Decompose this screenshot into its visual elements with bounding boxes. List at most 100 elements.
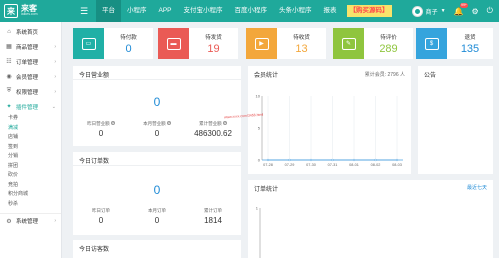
avatar [411,5,423,17]
data-point [266,158,270,162]
sidebar-item-label: 商品管理 [16,44,39,51]
top-nav: 平台 小程序 APP 支付宝小程序 百度小程序 头条小程序 报表 【购买源码】 [96,0,392,22]
revenue-sub-value: 486300.62 [194,129,232,138]
sidebar-sub-bargain[interactable]: 砍价 [0,171,61,181]
settings-icon[interactable]: ⚙ [472,7,479,16]
orders-today-value: 0 [153,183,161,197]
nav-baidu[interactable]: 百度小程序 [229,0,274,22]
sidebar-item-label: 系统管理 [16,219,39,225]
help-icon[interactable]: ? [110,121,115,125]
sidebar-sub-stores[interactable]: 店铺 [0,133,61,143]
sidebar-item-members[interactable]: ◉ 会员管理 › [0,69,61,84]
sidebar-item-home[interactable]: ⌂ 系统首页 [0,24,61,39]
sidebar-sub-flash-sale[interactable]: 秒杀 [0,200,61,210]
revenue-today-value: 0 [153,95,161,109]
logo-sub: laikes.com [21,12,38,17]
orders-sub-label: 昨日订单 [92,208,110,213]
stat-card-pending-shipment[interactable]: ▬ 待发货 19 [158,28,238,59]
chevron-right-icon: › [54,73,56,80]
revenue-sub-label: 本月营业额 [143,121,166,126]
revenue-sub-value: 0 [98,129,104,138]
order-chart: 1 [256,206,261,258]
x-tick-label: 08-03 [392,163,402,167]
top-navbar: 来 来客 laikes.com ☰ 平台 小程序 APP 支付宝小程序 百度小程… [0,0,499,22]
user-menu[interactable]: 商子 ▼ [411,5,446,17]
puzzle-icon: ✦ [6,104,12,110]
help-icon[interactable]: ? [222,121,227,125]
panel-title: 订单统计 [254,187,279,193]
logo[interactable]: 来 来客 laikes.com [0,0,62,22]
refund-icon: $ [416,28,447,59]
stat-label: 待付款 [120,34,137,41]
logout-icon[interactable]: ⏻ [487,6,493,16]
member-stats-panel: 会员统计 累计会员: 2796 人 10 5 0 07-28 07-29 07-30 07-… [248,66,411,174]
nav-report[interactable]: 报表 [318,0,343,22]
x-tick-label: 08-01 [349,163,359,167]
stat-label: 待评价 [380,34,397,41]
sidebar: ⌂ 系统首页 ▦ 商品管理 › ☷ 订单管理 › ◉ 会员管理 › ⛨ 权限管理… [0,22,62,258]
orders-sub-value: 0 [98,216,104,225]
panel-title: 公告 [424,73,437,79]
stat-card-refund[interactable]: $ 退货 135 [416,28,493,59]
nav-platform[interactable]: 平台 [96,0,121,22]
revenue-sub-value: 0 [154,129,160,138]
x-tick-label: 07-28 [263,163,273,167]
data-point [288,158,291,162]
chevron-right-icon: › [54,88,56,95]
orders-sub-value: 0 [154,216,160,225]
buy-source-link[interactable]: 【购买源码】 [346,5,392,17]
nav-alipay[interactable]: 支付宝小程序 [178,0,229,22]
stat-card-pending-payment[interactable]: ▭ 待付款 0 [73,28,153,59]
sidebar-sub-coupons[interactable]: 卡券 [0,114,61,124]
list-icon: ☷ [6,59,12,65]
panel-title: 今日营业额 [73,66,241,80]
sidebar-item-permissions[interactable]: ⛨ 权限管理 › [0,84,61,99]
orders-sub-value: 1814 [204,216,222,225]
order-stats-panel: 订单统计 最近七天 1 [248,180,493,258]
bell-icon[interactable]: 🔔 99+ [454,2,469,16]
menu-toggle-icon[interactable]: ☰ [72,6,96,17]
home-icon: ⌂ [7,28,11,35]
data-point [331,158,334,162]
sidebar-sub-auction[interactable]: 竞拍 [0,181,61,191]
panel-title: 今日访客数 [79,247,110,253]
revenue-sub-label: 昨日营业额 [87,121,110,126]
sidebar-item-label: 系统首页 [16,29,39,36]
x-tick-label: 07-29 [285,163,295,167]
data-point [374,158,377,162]
sidebar-sub-points-mall[interactable]: 积分商城 [0,190,61,200]
notice-panel: 公告 [418,66,493,174]
sidebar-sub-distribution[interactable]: 分销 [0,152,61,162]
stat-label: 退货 [464,34,476,41]
last-seven-days-link[interactable]: 最近七天 [467,184,487,191]
sidebar-sub-checkin[interactable]: 签到 [0,143,61,153]
sidebar-item-system[interactable]: ⚙ 系统管理 › [0,213,61,228]
sidebar-sub-group[interactable]: 拼团 [0,162,61,172]
stat-value: 19 [207,42,220,55]
notification-badge: 99+ [459,2,469,8]
chevron-down-icon: ⌄ [51,103,56,110]
y-tick-label: 10 [256,94,261,99]
sidebar-item-products[interactable]: ▦ 商品管理 › [0,39,61,54]
revenue-sub-label: 累计营业额 [199,121,222,126]
chevron-down-icon: ▼ [440,8,446,14]
panel-title: 今日订单数 [73,152,241,166]
data-point [352,158,356,162]
nav-toutiao[interactable]: 头条小程序 [273,0,318,22]
sidebar-item-orders[interactable]: ☷ 订单管理 › [0,54,61,69]
nav-app[interactable]: APP [153,0,178,22]
sidebar-item-plugins[interactable]: ✦ 插件管理 ⌄ [0,99,61,114]
user-name: 商子 [425,9,438,16]
stat-value: 0 [125,42,132,55]
stat-label: 待收货 [293,34,310,41]
nav-mini-program[interactable]: 小程序 [121,0,153,22]
data-point [309,158,313,162]
x-tick-label: 07-30 [306,163,316,167]
sidebar-item-label: 会员管理 [16,74,39,81]
grid-icon: ▦ [6,44,12,50]
stat-card-pending-review[interactable]: ✎ 待评价 289 [333,28,413,59]
stat-card-pending-receipt[interactable]: ▶ 待收货 13 [246,28,326,59]
help-icon[interactable]: ? [166,121,171,125]
shield-icon: ⛨ [6,88,12,94]
sidebar-sub-discount[interactable]: 满减 [0,124,61,134]
